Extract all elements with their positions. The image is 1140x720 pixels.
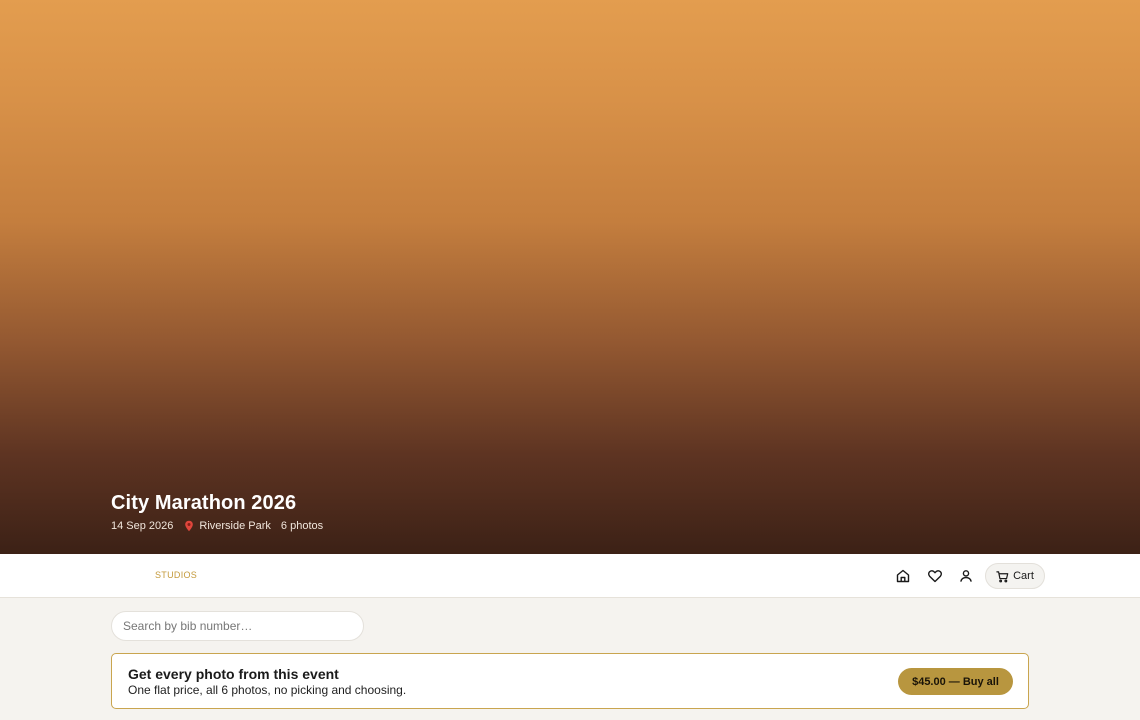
cart-button[interactable]: Cart [985, 563, 1045, 589]
top-nav-bar: STUDIOS Cart [0, 554, 1140, 598]
event-meta: 14 Sep 2026 Riverside Park 6 photos [111, 520, 323, 532]
cart-icon [996, 570, 1009, 582]
home-icon [896, 569, 910, 583]
brand-logo[interactable]: STUDIOS [155, 570, 197, 580]
event-title: City Marathon 2026 [111, 492, 297, 514]
buy-all-title: Get every photo from this event [128, 666, 339, 682]
event-location: Riverside Park [199, 520, 271, 532]
buy-all-button[interactable]: $45.00 — Buy all [898, 668, 1013, 695]
heart-icon [928, 570, 942, 583]
event-hero: City Marathon 2026 14 Sep 2026 Riverside… [0, 0, 1140, 554]
photo-count: 6 photos [280, 520, 324, 532]
buy-all-subtitle: One flat price, all 6 photos, no picking… [128, 683, 407, 697]
bib-search-input[interactable] [111, 611, 364, 641]
favorites-button[interactable] [923, 564, 947, 588]
map-pin-icon [185, 520, 194, 532]
user-icon [960, 570, 972, 582]
home-button[interactable] [891, 564, 915, 588]
buy-all-banner: Get every photo from this event One flat… [111, 653, 1029, 709]
cart-label: Cart [1013, 570, 1034, 582]
event-date: 14 Sep 2026 [111, 520, 174, 532]
account-button[interactable] [954, 564, 978, 588]
